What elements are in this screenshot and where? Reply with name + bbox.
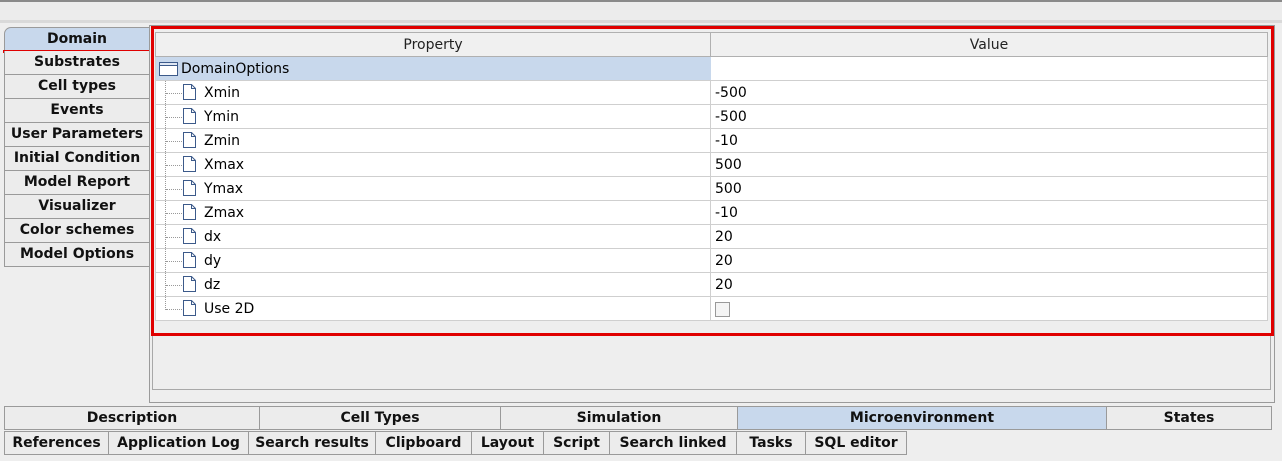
tab-script[interactable]: Script (543, 431, 610, 455)
tab-domain[interactable]: Domain (3, 27, 155, 53)
tab-tasks[interactable]: Tasks (736, 431, 806, 455)
tab-events[interactable]: Events (4, 99, 150, 123)
tab-color-schemes[interactable]: Color schemes (4, 219, 150, 243)
tab-model-options[interactable]: Model Options (4, 243, 150, 267)
tab-application-log[interactable]: Application Log (108, 431, 249, 455)
red-highlight-frame (151, 26, 1274, 336)
tab-states[interactable]: States (1106, 406, 1272, 430)
top-toolbar-strip (0, 0, 1282, 22)
tab-search-results[interactable]: Search results (248, 431, 376, 455)
tab-clipboard[interactable]: Clipboard (375, 431, 472, 455)
tab-microenvironment[interactable]: Microenvironment (737, 406, 1107, 430)
tab-layout[interactable]: Layout (471, 431, 544, 455)
tab-substrates[interactable]: Substrates (4, 51, 150, 75)
tab-model-report[interactable]: Model Report (4, 171, 150, 195)
tab-cell-types[interactable]: Cell types (4, 75, 150, 99)
left-tab-list: Domain Substrates Cell types Events User… (3, 27, 155, 267)
tab-initial-condition[interactable]: Initial Condition (4, 147, 150, 171)
tab-description[interactable]: Description (4, 406, 260, 430)
bottom-tab-row-1: Description Cell Types Simulation Microe… (4, 406, 1276, 430)
tab-references[interactable]: References (4, 431, 109, 455)
top-separator (0, 20, 1282, 23)
tab-simulation[interactable]: Simulation (500, 406, 738, 430)
panel-empty-area (152, 334, 1271, 390)
bottom-tab-row-2: References Application Log Search result… (4, 431, 1276, 455)
tab-cell-types-bottom[interactable]: Cell Types (259, 406, 501, 430)
tab-user-parameters[interactable]: User Parameters (4, 123, 150, 147)
tab-sql-editor[interactable]: SQL editor (805, 431, 907, 455)
tab-search-linked[interactable]: Search linked (609, 431, 737, 455)
tab-visualizer[interactable]: Visualizer (4, 195, 150, 219)
